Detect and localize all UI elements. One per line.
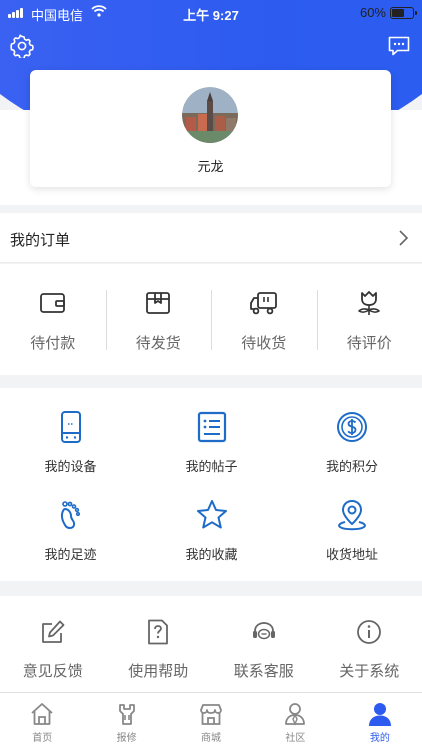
star-icon: [196, 500, 227, 529]
feedback-label: 意见反馈: [22, 663, 83, 680]
about-system[interactable]: 关于系统: [317, 596, 422, 692]
tab-bar: 首页 报修 商城 社区 我的: [0, 692, 422, 750]
community-icon: [285, 703, 306, 726]
contact-support[interactable]: 联系客服: [211, 596, 317, 692]
message-icon[interactable]: [387, 34, 411, 58]
wallet-icon: [39, 293, 65, 313]
order-pending-review-label: 待评价: [346, 335, 392, 352]
truck-icon: [249, 292, 277, 315]
tab-home-label: 首页: [32, 733, 53, 744]
clock: 上午 9:27: [183, 8, 239, 23]
username: 元龙: [197, 159, 224, 174]
tools-row: 意见反馈 使用帮助 联系客服 关于系统: [0, 596, 422, 692]
order-status-row: 待付款 待发货 待收货 待评价: [0, 264, 422, 375]
tab-shop[interactable]: 商城: [169, 693, 253, 750]
tab-me[interactable]: 我的: [338, 693, 422, 750]
my-orders-title: 我的订单: [10, 232, 71, 249]
my-favorites-label: 我的收藏: [185, 547, 238, 562]
my-points-label: 我的积分: [325, 459, 378, 474]
tab-repair-label: 报修: [116, 733, 137, 744]
status-bar: 中国电信 上午 9:27 60%: [0, 0, 422, 26]
my-footprints-label: 我的足迹: [44, 547, 97, 562]
contact-support-label: 联系客服: [233, 663, 294, 680]
order-pending-shipment[interactable]: 待发货: [105, 264, 212, 375]
order-pending-payment-label: 待付款: [30, 335, 76, 352]
shop-icon: [200, 704, 222, 725]
device-icon: [60, 411, 81, 443]
shipping-address-label: 收货地址: [325, 547, 378, 562]
order-pending-payment[interactable]: 待付款: [0, 264, 106, 375]
tab-repair[interactable]: 报修: [84, 693, 168, 750]
my-points[interactable]: 我的积分: [282, 398, 422, 486]
about-system-label: 关于系统: [339, 663, 400, 680]
flower-icon: [358, 291, 381, 315]
help[interactable]: 使用帮助: [106, 596, 212, 692]
tab-community[interactable]: 社区: [253, 693, 337, 750]
info-icon: [357, 620, 382, 644]
footprint-icon: [60, 501, 80, 529]
help-icon: [148, 619, 169, 645]
location-icon: [338, 500, 366, 531]
battery-percent: 60%: [359, 5, 386, 20]
home-icon: [31, 703, 53, 725]
order-pending-shipment-label: 待发货: [135, 335, 181, 352]
my-posts-label: 我的帖子: [185, 459, 238, 474]
post-icon: [197, 411, 226, 443]
order-pending-review[interactable]: 待评价: [316, 264, 422, 375]
tab-shop-label: 商城: [201, 733, 222, 744]
settings-gear-icon[interactable]: [10, 34, 34, 58]
battery-icon: [390, 7, 417, 19]
tab-community-label: 社区: [285, 733, 306, 744]
tab-me-label: 我的: [369, 733, 390, 744]
order-pending-receipt-label: 待收货: [241, 335, 287, 352]
my-orders-row[interactable]: 我的订单: [0, 213, 422, 263]
chevron-right-icon: [399, 230, 409, 246]
my-posts[interactable]: 我的帖子: [141, 398, 282, 486]
tab-home[interactable]: 首页: [0, 693, 84, 750]
avatar[interactable]: [182, 87, 238, 143]
edit-icon: [41, 620, 65, 643]
shipping-address[interactable]: 收货地址: [282, 486, 422, 574]
my-devices[interactable]: 我的设备: [0, 398, 141, 486]
headset-icon: [252, 622, 275, 640]
my-devices-label: 我的设备: [44, 459, 97, 474]
my-favorites[interactable]: 我的收藏: [141, 486, 282, 574]
feedback[interactable]: 意见反馈: [0, 596, 106, 692]
user-icon: [368, 703, 391, 726]
package-icon: [146, 292, 171, 314]
my-footprints[interactable]: 我的足迹: [0, 486, 141, 574]
help-label: 使用帮助: [128, 663, 189, 680]
repair-icon: [118, 704, 135, 725]
profile-card[interactable]: 元龙: [30, 70, 391, 187]
order-pending-receipt[interactable]: 待收货: [211, 264, 317, 375]
services-grid: 我的设备 我的帖子 我的积分 我的足迹 我的收藏 收货地址: [0, 388, 422, 581]
points-icon: [337, 412, 367, 442]
